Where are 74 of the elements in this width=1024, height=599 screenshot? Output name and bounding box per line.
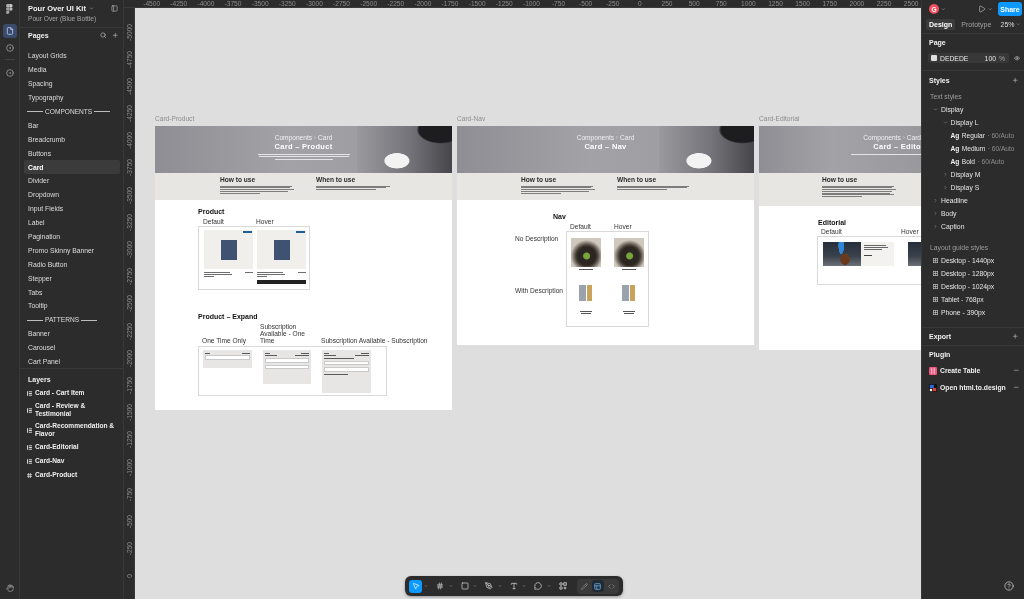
grid-icon <box>933 310 938 315</box>
option-panel-drawing <box>262 350 311 384</box>
mode-button[interactable] <box>578 580 590 592</box>
layout-icon <box>594 582 601 590</box>
help-icon[interactable] <box>1004 581 1014 591</box>
tool-button[interactable] <box>556 579 569 593</box>
rows-icon <box>27 391 32 396</box>
plugin-icon <box>929 383 937 392</box>
text-lines-drawing <box>864 245 888 250</box>
caret-icon <box>88 6 94 11</box>
text-lines-drawing <box>298 272 306 273</box>
hand-icon[interactable] <box>5 584 14 592</box>
photo-placeholder <box>577 285 595 302</box>
caret-icon[interactable] <box>987 6 992 12</box>
tool-button[interactable] <box>482 579 496 593</box>
plus-icon[interactable] <box>1011 333 1018 340</box>
hash-icon <box>436 582 444 590</box>
sidebar-toggle-icon[interactable] <box>111 5 118 12</box>
photo-placeholder <box>620 285 638 302</box>
tag-icon <box>296 231 305 234</box>
speech-bubble-icon <box>534 582 542 590</box>
rail-button[interactable] <box>2 24 17 38</box>
pointer-icon <box>411 582 420 590</box>
square-icon <box>460 582 469 590</box>
photo-placeholder <box>908 242 921 266</box>
tool-button[interactable] <box>531 579 545 593</box>
eye-icon[interactable] <box>1014 54 1020 62</box>
grid-icon <box>933 297 938 302</box>
rows-icon <box>27 445 32 450</box>
pen-icon <box>485 582 493 590</box>
text-lines-drawing <box>864 255 872 257</box>
plus-icon[interactable] <box>111 31 118 39</box>
text-lines-drawing <box>622 268 636 270</box>
play-icon[interactable] <box>977 5 986 13</box>
table-icon <box>929 366 937 375</box>
text-lines-drawing <box>623 311 635 315</box>
grid-icon <box>933 258 938 263</box>
tool-button[interactable] <box>458 579 471 593</box>
minus-icon[interactable] <box>1012 384 1019 391</box>
rows-icon <box>27 459 32 464</box>
search-icon[interactable] <box>100 31 107 39</box>
rows-icon <box>27 428 32 433</box>
photo-placeholder <box>823 242 861 266</box>
file-icon <box>5 27 14 35</box>
tag-icon <box>243 231 252 234</box>
color-swatch-icon[interactable] <box>931 55 937 61</box>
logo-icon[interactable] <box>6 4 13 14</box>
photo-placeholder <box>571 238 601 267</box>
text-lines-drawing <box>245 272 253 273</box>
pencil-icon <box>580 582 588 590</box>
option-panel-drawing <box>203 350 252 368</box>
text-icon <box>509 582 518 590</box>
grid-icon <box>933 271 938 276</box>
text-lines-drawing <box>617 185 689 190</box>
caret-icon <box>1015 22 1020 27</box>
option-panel-drawing <box>322 350 371 393</box>
code-icon <box>607 582 615 590</box>
rows-icon <box>27 408 32 413</box>
text-lines-drawing <box>204 272 232 277</box>
minus-icon[interactable] <box>1012 367 1019 374</box>
text-lines-drawing <box>257 272 285 277</box>
hash-icon <box>27 473 32 478</box>
caret-icon[interactable] <box>941 6 946 12</box>
photo-placeholder <box>614 238 644 267</box>
grid-icon <box>933 284 938 289</box>
mode-button[interactable] <box>591 580 604 592</box>
circle-dot-icon <box>5 69 14 77</box>
text-lines-drawing <box>851 154 921 155</box>
text-lines-drawing <box>579 268 593 270</box>
text-lines-drawing <box>580 311 592 315</box>
tool-button[interactable] <box>409 579 422 593</box>
plus-icon[interactable] <box>1011 76 1018 84</box>
shapes-icon <box>558 582 567 590</box>
circle-dot-icon <box>5 44 14 52</box>
